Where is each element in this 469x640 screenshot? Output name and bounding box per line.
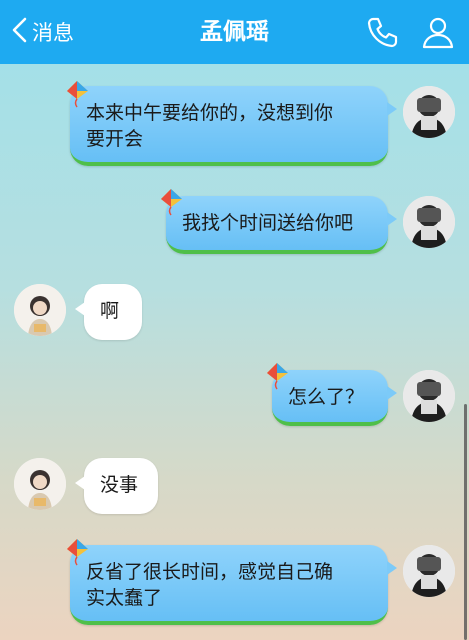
phone-icon[interactable] (364, 14, 400, 50)
profile-icon[interactable] (420, 14, 456, 50)
kite-icon (264, 362, 290, 390)
avatar[interactable] (403, 545, 455, 597)
back-label: 消息 (32, 21, 74, 45)
kite-icon (158, 188, 184, 216)
message-text: 本来中午要给你的，没想到你 (86, 102, 334, 124)
back-button[interactable]: 消息 (10, 14, 74, 50)
message-text: 怎么了？ (288, 386, 365, 408)
message-text: 实太蠢了 (86, 587, 163, 609)
chevron-left-icon (10, 16, 28, 48)
message-text: 我找个时间送给你吧 (182, 212, 354, 234)
message-bubble[interactable]: 我找个时间送给你吧 (166, 196, 397, 254)
message-text: 没事 (100, 474, 139, 496)
message-bubble[interactable]: 本来中午要给你的，没想到你 要开会 (70, 86, 397, 166)
avatar[interactable] (14, 284, 66, 336)
avatar[interactable] (403, 370, 455, 422)
message-text: 要开会 (86, 128, 144, 150)
avatar[interactable] (403, 86, 455, 138)
avatar[interactable] (403, 196, 455, 248)
scrollbar[interactable] (464, 404, 467, 640)
chat-header: 消息 孟佩瑶 (0, 0, 469, 64)
message-bubble[interactable]: 啊 (75, 284, 142, 340)
chat-title: 孟佩瑶 (200, 19, 269, 45)
message-text: 反省了很长时间，感觉自己确 (86, 561, 334, 583)
avatar[interactable] (14, 458, 66, 510)
message-bubble[interactable]: 反省了很长时间，感觉自己确 实太蠢了 (70, 545, 397, 625)
kite-icon (64, 80, 90, 108)
kite-icon (64, 538, 90, 566)
message-bubble[interactable]: 没事 (75, 458, 158, 514)
message-text: 啊 (100, 300, 120, 322)
